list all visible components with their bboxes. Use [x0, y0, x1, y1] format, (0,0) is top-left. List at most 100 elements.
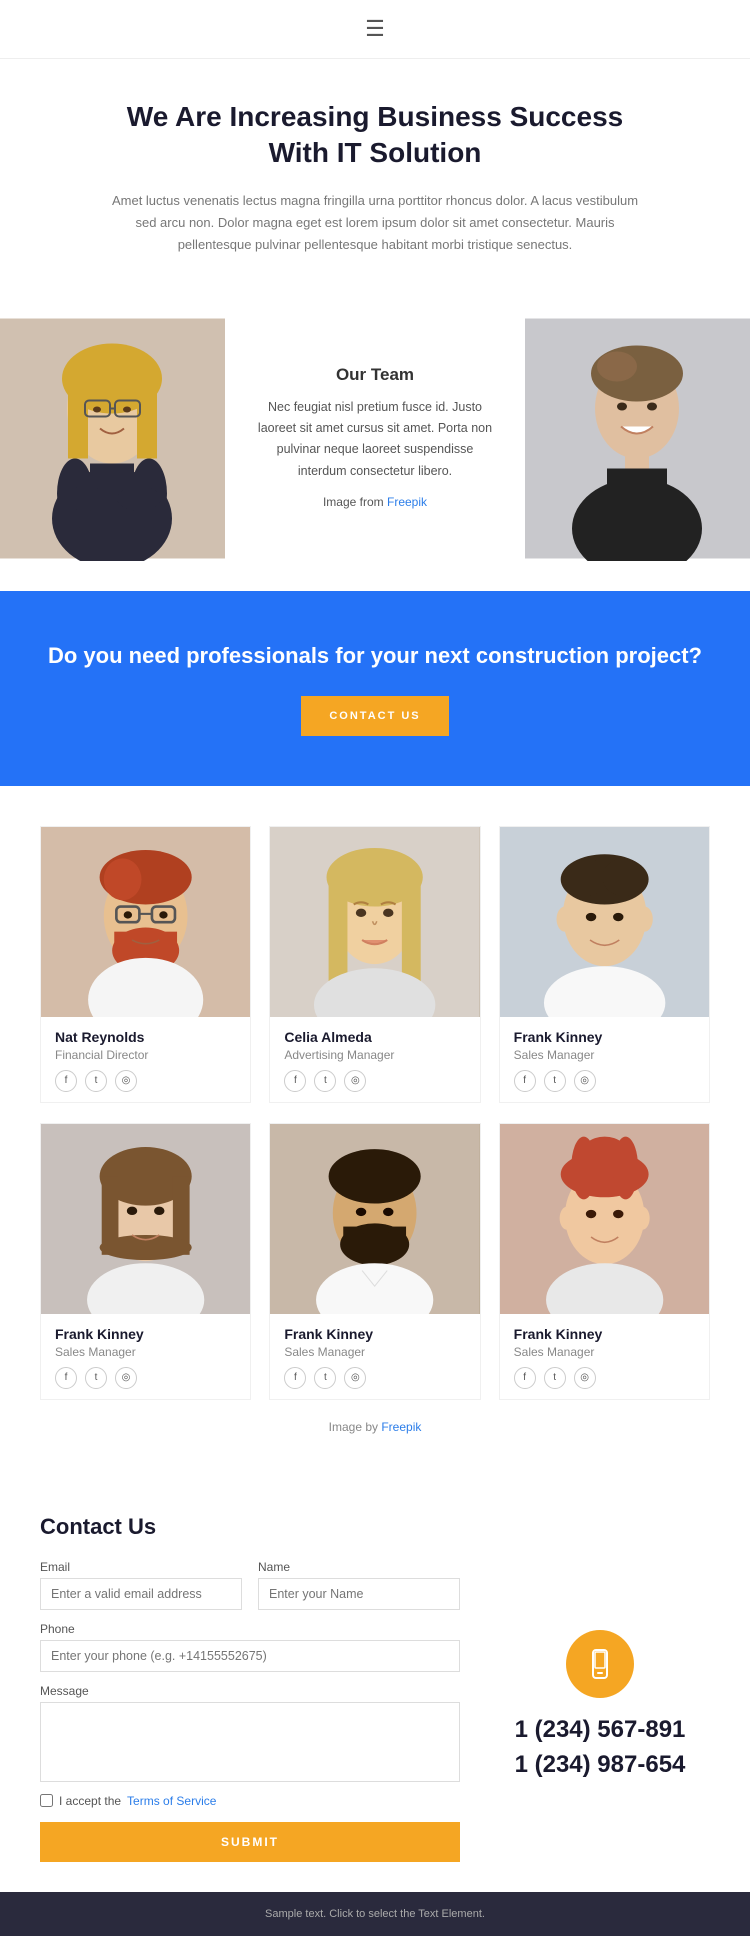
form-row-email-name: Email Name [40, 1560, 460, 1610]
cta-banner: Do you need professionals for your next … [0, 591, 750, 786]
freepik-link[interactable]: Freepik [387, 495, 427, 509]
instagram-icon-nat[interactable]: ◎ [115, 1070, 137, 1092]
team-heading: Our Team [336, 365, 414, 385]
email-input[interactable] [40, 1578, 242, 1610]
instagram-icon-frank1[interactable]: ◎ [574, 1070, 596, 1092]
team-role-frank3: Sales Manager [284, 1345, 465, 1359]
name-group: Name [258, 1560, 460, 1610]
team-photo-frank3 [270, 1124, 479, 1314]
team-card-info-frank2: Frank Kinney Sales Manager f t ◎ [41, 1314, 250, 1399]
instagram-icon-frank4[interactable]: ◎ [574, 1367, 596, 1389]
twitter-icon-frank4[interactable]: t [544, 1367, 566, 1389]
team-card-info-celia: Celia Almeda Advertising Manager f t ◎ [270, 1017, 479, 1102]
freepik-note: Image by Freepik [40, 1420, 710, 1434]
email-label: Email [40, 1560, 242, 1574]
phone-icon-circle [566, 1630, 634, 1698]
message-input[interactable] [40, 1702, 460, 1782]
phone-num-1: 1 (234) 567-891 [515, 1716, 686, 1745]
email-group: Email [40, 1560, 242, 1610]
frank3-portrait [270, 1124, 479, 1314]
team-photo-celia [270, 827, 479, 1017]
twitter-icon-frank2[interactable]: t [85, 1367, 107, 1389]
team-card-frank4: Frank Kinney Sales Manager f t ◎ [499, 1123, 710, 1400]
phone-input[interactable] [40, 1640, 460, 1672]
social-icons-frank1: f t ◎ [514, 1070, 695, 1092]
nat-portrait [41, 827, 250, 1017]
team-name-frank3: Frank Kinney [284, 1326, 465, 1342]
twitter-icon-frank1[interactable]: t [544, 1070, 566, 1092]
phone-label: Phone [40, 1622, 460, 1636]
phone-num-2: 1 (234) 987-654 [515, 1751, 686, 1780]
frank1-portrait [500, 827, 709, 1017]
team-card-info-nat: Nat Reynolds Financial Director f t ◎ [41, 1017, 250, 1102]
team-card-frank3: Frank Kinney Sales Manager f t ◎ [269, 1123, 480, 1400]
team-card-info-frank3: Frank Kinney Sales Manager f t ◎ [270, 1314, 479, 1399]
hero-section: We Are Increasing Business Success With … [0, 59, 750, 286]
team-role-frank4: Sales Manager [514, 1345, 695, 1359]
team-row-2: Frank Kinney Sales Manager f t ◎ [40, 1123, 710, 1400]
facebook-icon-frank3[interactable]: f [284, 1367, 306, 1389]
contact-info: 1 (234) 567-891 1 (234) 987-654 [490, 1514, 710, 1862]
social-icons-frank2: f t ◎ [55, 1367, 236, 1389]
team-photo-nat [41, 827, 250, 1017]
twitter-icon-nat[interactable]: t [85, 1070, 107, 1092]
team-role-celia: Advertising Manager [284, 1048, 465, 1062]
contact-us-button[interactable]: CONTACT US [301, 696, 448, 736]
team-card-info-frank4: Frank Kinney Sales Manager f t ◎ [500, 1314, 709, 1399]
facebook-icon-frank1[interactable]: f [514, 1070, 536, 1092]
facebook-icon-nat[interactable]: f [55, 1070, 77, 1092]
instagram-icon-frank2[interactable]: ◎ [115, 1367, 137, 1389]
submit-button[interactable]: SUBMIT [40, 1822, 460, 1862]
team-photo-left [0, 316, 225, 561]
team-photo-right [525, 316, 750, 561]
celia-portrait [270, 827, 479, 1017]
team-role-frank1: Sales Manager [514, 1048, 695, 1062]
twitter-icon-celia[interactable]: t [314, 1070, 336, 1092]
team-role-frank2: Sales Manager [55, 1345, 236, 1359]
team-photo-left-svg [0, 316, 225, 561]
team-name-frank1: Frank Kinney [514, 1029, 695, 1045]
social-icons-frank4: f t ◎ [514, 1367, 695, 1389]
phone-group: Phone [40, 1622, 460, 1672]
team-photo-frank4 [500, 1124, 709, 1314]
terms-prefix: I accept the [59, 1794, 121, 1808]
facebook-icon-frank4[interactable]: f [514, 1367, 536, 1389]
frank2-portrait [41, 1124, 250, 1314]
terms-link[interactable]: Terms of Service [127, 1794, 216, 1808]
social-icons-nat: f t ◎ [55, 1070, 236, 1092]
header: ☰ [0, 0, 750, 59]
team-row-1: Nat Reynolds Financial Director f t ◎ [40, 826, 710, 1103]
menu-icon[interactable]: ☰ [365, 16, 385, 42]
hero-description: Amet luctus venenatis lectus magna fring… [100, 190, 650, 256]
team-name-nat: Nat Reynolds [55, 1029, 236, 1045]
team-photo-frank2 [41, 1124, 250, 1314]
contact-form: Contact Us Email Name Phone Message I ac… [40, 1514, 460, 1862]
instagram-icon-celia[interactable]: ◎ [344, 1070, 366, 1092]
terms-checkbox[interactable] [40, 1794, 53, 1807]
team-card-info-frank1: Frank Kinney Sales Manager f t ◎ [500, 1017, 709, 1102]
team-name-frank2: Frank Kinney [55, 1326, 236, 1342]
facebook-icon-celia[interactable]: f [284, 1070, 306, 1092]
instagram-icon-frank3[interactable]: ◎ [344, 1367, 366, 1389]
freepik-note-link[interactable]: Freepik [381, 1420, 421, 1434]
team-card-celia: Celia Almeda Advertising Manager f t ◎ [269, 826, 480, 1103]
message-label: Message [40, 1684, 460, 1698]
team-intro: Our Team Nec feugiat nisl pretium fusce … [0, 316, 750, 561]
team-role-nat: Financial Director [55, 1048, 236, 1062]
team-photo-frank1 [500, 827, 709, 1017]
name-label: Name [258, 1560, 460, 1574]
social-icons-celia: f t ◎ [284, 1070, 465, 1092]
terms-row: I accept the Terms of Service [40, 1794, 460, 1808]
twitter-icon-frank3[interactable]: t [314, 1367, 336, 1389]
team-photo-right-svg [525, 316, 750, 561]
team-freepik: Image from Freepik [323, 492, 427, 512]
name-input[interactable] [258, 1578, 460, 1610]
team-card-frank1: Frank Kinney Sales Manager f t ◎ [499, 826, 710, 1103]
frank4-portrait [500, 1124, 709, 1314]
team-grid: Nat Reynolds Financial Director f t ◎ [0, 786, 750, 1474]
footer: Sample text. Click to select the Text El… [0, 1892, 750, 1936]
team-card-frank2: Frank Kinney Sales Manager f t ◎ [40, 1123, 251, 1400]
team-center-info: Our Team Nec feugiat nisl pretium fusce … [225, 316, 525, 561]
footer-text: Sample text. Click to select the Text El… [16, 1908, 734, 1920]
facebook-icon-frank2[interactable]: f [55, 1367, 77, 1389]
